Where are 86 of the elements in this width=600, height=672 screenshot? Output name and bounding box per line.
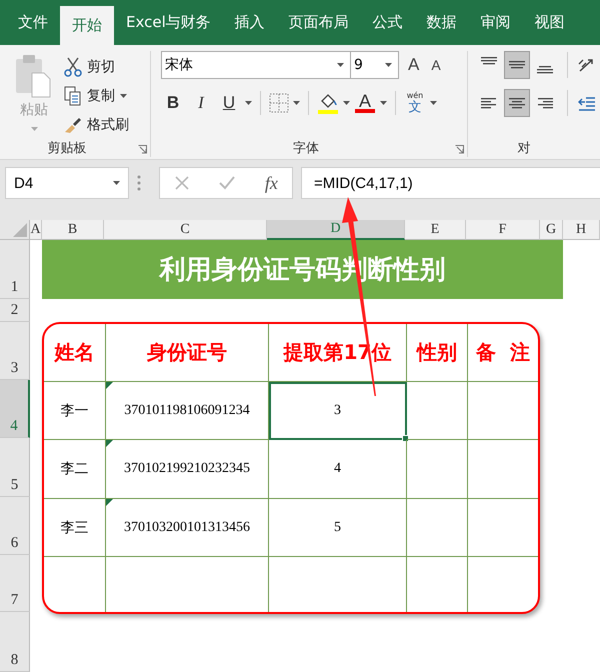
dialog-launcher-icon[interactable] — [455, 145, 464, 154]
check-icon[interactable] — [218, 175, 236, 191]
ribbon-tab[interactable]: Excel与财务 — [114, 0, 223, 45]
column-heading: 性别 — [407, 324, 468, 382]
align-center-button[interactable] — [504, 89, 530, 117]
ribbon-tab[interactable]: 公式 — [360, 0, 415, 45]
scissors-icon — [64, 56, 82, 76]
table-cell: 370102199210232345 — [106, 440, 269, 499]
column-heading: 备 注 — [468, 324, 538, 382]
column-header[interactable]: H — [563, 220, 600, 240]
row-header[interactable]: 4 — [0, 380, 30, 438]
group-label: 字体 — [293, 140, 319, 157]
name-box[interactable]: D4 — [5, 167, 129, 199]
table-cell: 4 — [269, 440, 407, 499]
caret-icon[interactable] — [245, 101, 252, 105]
row-header[interactable]: 6 — [0, 497, 30, 555]
underline-button[interactable]: U — [217, 93, 241, 113]
table-cell: 5 — [269, 499, 407, 557]
column-header[interactable]: F — [466, 220, 540, 240]
caret-icon[interactable] — [113, 181, 120, 185]
shrink-font-button[interactable]: A — [428, 57, 444, 73]
font-color-button[interactable]: A — [354, 93, 376, 113]
align-middle-icon — [507, 61, 527, 69]
align-right-icon — [535, 98, 555, 108]
ribbon-tab[interactable]: 插入 — [222, 0, 277, 45]
ribbon-tab[interactable]: 审阅 — [468, 0, 523, 45]
row-header[interactable]: 8 — [0, 612, 30, 672]
grow-font-button[interactable]: A — [405, 55, 422, 75]
column-header[interactable]: A — [30, 220, 42, 240]
table-cell: 李三 — [44, 499, 106, 557]
group-label: 对 — [518, 140, 530, 157]
italic-button[interactable]: I — [189, 93, 213, 113]
align-middle-button[interactable] — [504, 51, 530, 79]
column-heading: 身份证号 — [106, 324, 269, 382]
cut-button[interactable]: 剪切 — [64, 55, 129, 78]
borders-icon[interactable] — [269, 93, 289, 113]
column-header[interactable]: E — [405, 220, 466, 240]
ribbon-tab[interactable]: 开始 — [60, 6, 114, 45]
caret-icon[interactable] — [380, 101, 387, 105]
group-label: 剪贴板 — [48, 140, 86, 157]
caret-icon[interactable] — [120, 94, 127, 98]
align-left-icon — [479, 98, 499, 108]
copy-button[interactable]: 复制 — [64, 84, 129, 107]
column-heading: 姓名 — [44, 324, 106, 382]
bold-button[interactable]: B — [161, 93, 185, 113]
caret-icon[interactable] — [343, 101, 350, 105]
drag-handle-icon[interactable] — [137, 175, 141, 191]
font-name-field[interactable]: 宋体 — [161, 51, 351, 79]
table-cell: 370103200101313456 — [106, 499, 269, 557]
brush-icon — [64, 116, 82, 134]
table-cell: 370101198106091234 — [106, 382, 269, 440]
dialog-launcher-icon[interactable] — [138, 145, 147, 154]
column-header[interactable]: G — [540, 220, 563, 240]
column-header[interactable]: C — [104, 220, 267, 240]
ribbon-tab[interactable]: 数据 — [414, 0, 469, 45]
row-header[interactable]: 7 — [0, 555, 30, 612]
table-cell — [407, 382, 468, 440]
row-header[interactable]: 3 — [0, 322, 30, 380]
table-cell — [407, 440, 468, 499]
table-cell: 李二 — [44, 440, 106, 499]
caret-icon[interactable] — [293, 101, 300, 105]
ribbon-tab[interactable]: 文件 — [6, 0, 60, 45]
row-header[interactable]: 1 — [0, 240, 30, 299]
phonetic-button[interactable]: wén 文 — [404, 91, 426, 115]
align-top-icon — [479, 56, 499, 64]
font-size-field[interactable]: 9 — [351, 51, 399, 79]
row-header[interactable]: 5 — [0, 438, 30, 497]
ribbon-tab[interactable]: 页面布局 — [276, 0, 361, 45]
caret-icon[interactable] — [385, 63, 392, 67]
caret-icon[interactable] — [337, 63, 344, 67]
ribbon-tab[interactable]: 视图 — [522, 0, 577, 45]
caret-icon — [30, 127, 38, 131]
formula-field[interactable]: =MID(C4,17,1) — [301, 167, 600, 199]
copy-icon — [64, 86, 82, 106]
align-bottom-icon — [535, 66, 555, 74]
column-header[interactable]: D — [267, 220, 405, 240]
column-header[interactable]: B — [42, 220, 104, 240]
caret-icon[interactable] — [430, 101, 437, 105]
row-header[interactable]: 2 — [0, 299, 30, 322]
format-painter-button[interactable]: 格式刷 — [64, 113, 129, 136]
insert-function-button[interactable]: fx — [264, 172, 278, 194]
fill-color-icon[interactable] — [317, 92, 339, 114]
table-cell: 李一 — [44, 382, 106, 440]
table-cell — [407, 499, 468, 557]
align-center-icon — [507, 98, 527, 108]
table-cell: 3 — [269, 382, 407, 440]
